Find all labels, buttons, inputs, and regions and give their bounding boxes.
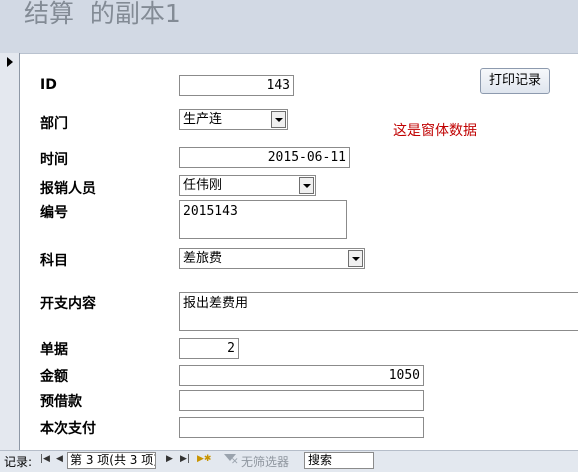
- last-record-icon[interactable]: ▶|: [180, 454, 190, 464]
- subject-label: 科目: [40, 253, 68, 269]
- print-record-button[interactable]: 打印记录: [480, 68, 550, 94]
- current-record-arrow-icon: [7, 57, 13, 67]
- advance-field[interactable]: [179, 390, 424, 411]
- form-title: 结算 的副本1: [24, 0, 181, 28]
- claimant-combo[interactable]: 任伟刚: [179, 175, 316, 196]
- previous-record-icon[interactable]: ◀: [56, 454, 63, 464]
- records-label: 记录:: [4, 455, 33, 469]
- form-header: 结算 的副本1: [0, 0, 578, 54]
- dept-dropdown-icon[interactable]: [271, 111, 286, 128]
- current-record-box[interactable]: 第 3 项(共 3 项): [67, 452, 156, 469]
- no-filter-label[interactable]: 无筛选器: [241, 453, 289, 470]
- id-field[interactable]: 143: [179, 75, 294, 96]
- receipts-label: 单据: [40, 342, 68, 358]
- payment-label: 本次支付: [40, 421, 96, 437]
- first-record-icon[interactable]: |◀: [40, 454, 50, 464]
- search-input[interactable]: 搜索: [304, 452, 374, 469]
- amount-label: 金额: [40, 369, 68, 385]
- claimant-dropdown-icon[interactable]: [299, 177, 314, 194]
- filter-clear-icon: ✕: [231, 457, 239, 467]
- record-navigation-bar: 记录: |◀ ◀ 第 3 项(共 3 项) ▶ ▶| ▶✱ ✕ 无筛选器 搜索: [0, 450, 578, 472]
- receipts-field[interactable]: 2: [179, 338, 239, 359]
- number-label: 编号: [40, 205, 68, 221]
- advance-label: 预借款: [40, 394, 82, 410]
- time-label: 时间: [40, 152, 68, 168]
- next-record-icon[interactable]: ▶: [166, 454, 173, 464]
- dept-label: 部门: [40, 116, 68, 132]
- record-selector[interactable]: [0, 53, 20, 450]
- content-label: 开支内容: [40, 296, 96, 312]
- payment-field[interactable]: [179, 417, 424, 438]
- amount-field[interactable]: 1050: [179, 365, 424, 386]
- subject-dropdown-icon[interactable]: [348, 250, 363, 267]
- number-field[interactable]: 2015143: [179, 200, 347, 239]
- claimant-label: 报销人员: [40, 181, 96, 197]
- time-field[interactable]: 2015-06-11: [179, 147, 350, 168]
- content-field[interactable]: 报出差费用: [179, 292, 578, 331]
- id-label: ID: [40, 77, 57, 93]
- claimant-value: 任伟刚: [183, 178, 223, 193]
- new-record-icon[interactable]: ▶✱: [197, 454, 211, 464]
- subject-combo[interactable]: 差旅费: [179, 248, 365, 269]
- subject-value: 差旅费: [183, 251, 223, 266]
- dept-combo[interactable]: 生产连: [179, 109, 288, 130]
- dept-value: 生产连: [183, 112, 223, 127]
- note-text: 这是窗体数据: [393, 123, 477, 139]
